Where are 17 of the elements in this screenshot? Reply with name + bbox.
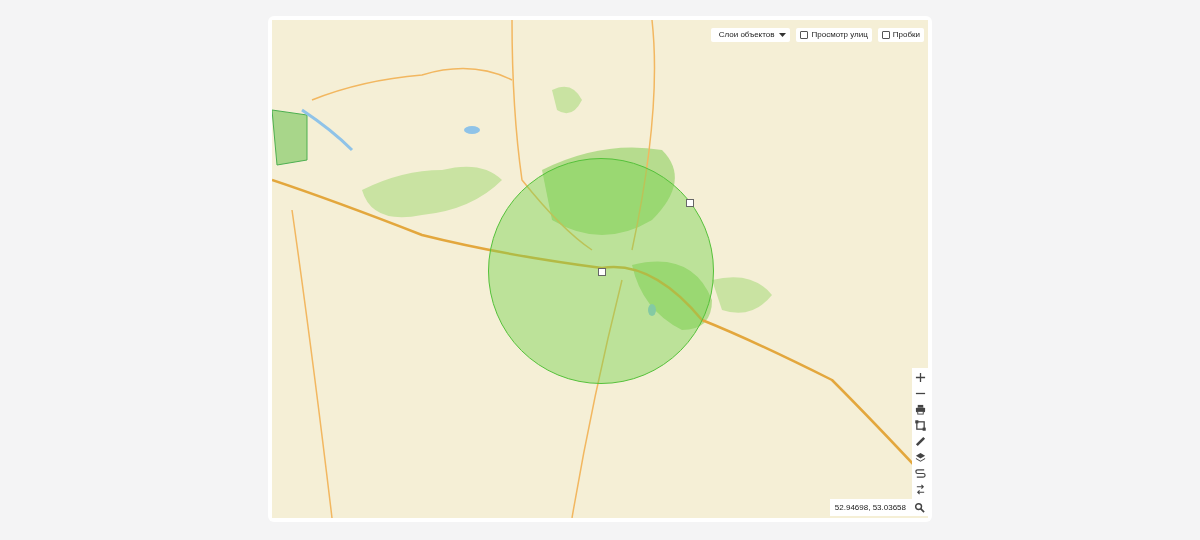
print-icon[interactable]	[914, 404, 926, 415]
route-icon[interactable]	[914, 468, 926, 479]
caret-icon	[779, 33, 787, 37]
zoom-in-icon[interactable]	[914, 372, 926, 383]
coordinates-text: 52.94698, 53.03658	[834, 503, 906, 512]
layers-icon[interactable]	[914, 452, 926, 463]
ruler-icon[interactable]	[914, 436, 926, 447]
center-marker[interactable]	[598, 268, 606, 276]
select-area-icon[interactable]	[914, 420, 926, 431]
layers-dropdown[interactable]: Слои объектов	[710, 28, 791, 42]
checkbox[interactable]	[800, 31, 809, 39]
swap-icon[interactable]	[914, 484, 926, 495]
radius-handle[interactable]	[686, 199, 694, 207]
checkbox[interactable]	[881, 31, 890, 39]
toggle-checkbox[interactable]: Просмотр улиц	[796, 28, 872, 42]
toggle-checkbox[interactable]: Пробки	[877, 28, 924, 42]
search-icon[interactable]	[914, 502, 925, 513]
